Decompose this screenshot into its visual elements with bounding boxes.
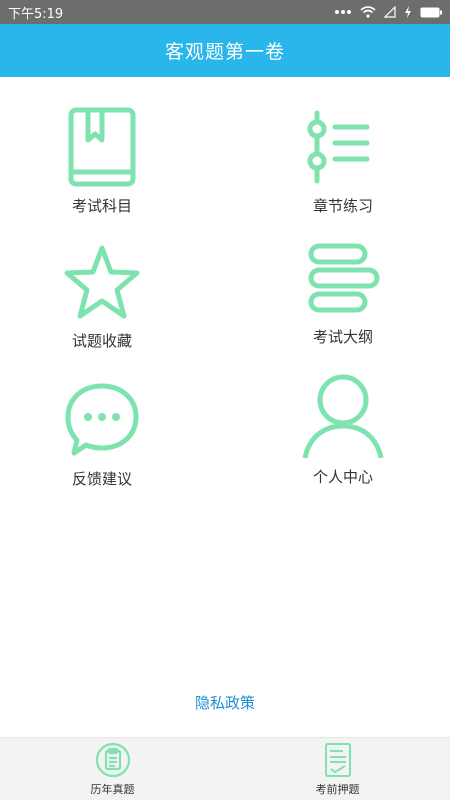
wifi-icon xyxy=(360,6,376,18)
chat-bubble-icon xyxy=(65,383,139,456)
menu-item-label: 考试科目 xyxy=(71,197,132,215)
outline-bars-icon xyxy=(308,243,380,313)
exam-paper-icon xyxy=(324,742,351,777)
status-time: 下午5:19 xyxy=(8,6,64,22)
chapter-list-icon xyxy=(307,110,370,184)
book-icon xyxy=(68,107,136,187)
nav-item-past-papers[interactable]: 历年真题 xyxy=(0,738,225,800)
status-icons xyxy=(334,6,442,18)
star-icon xyxy=(64,245,140,319)
menu-item-label: 考试大纲 xyxy=(312,328,373,346)
nav-label: 考前押题 xyxy=(315,782,360,796)
battery-icon xyxy=(420,7,442,17)
menu-item-exam-subjects[interactable]: 考试科目 xyxy=(32,107,172,216)
menu-item-label: 个人中心 xyxy=(312,468,373,486)
menu-item-profile[interactable]: 个人中心 xyxy=(273,372,413,487)
signal-icon xyxy=(384,6,396,18)
nav-item-predicted-questions[interactable]: 考前押题 xyxy=(225,738,450,800)
page-title: 客观题第一卷 xyxy=(164,41,285,63)
dots-icon xyxy=(335,10,351,14)
nav-label: 历年真题 xyxy=(90,782,135,796)
menu-item-label: 反馈建议 xyxy=(71,470,132,488)
menu-item-chapter-practice[interactable]: 章节练习 xyxy=(273,107,413,216)
user-icon xyxy=(302,374,384,458)
menu-item-label: 章节练习 xyxy=(312,197,373,215)
menu-item-feedback[interactable]: 反馈建议 xyxy=(32,380,172,489)
status-bar: 下午5:19 xyxy=(0,0,450,24)
menu-item-exam-outline[interactable]: 考试大纲 xyxy=(273,242,413,347)
bottom-nav: 历年真题 考前押题 xyxy=(0,737,450,800)
clipboard-icon xyxy=(95,742,130,777)
menu-item-favorites[interactable]: 试题收藏 xyxy=(32,242,172,351)
privacy-policy-link[interactable]: 隐私政策 xyxy=(0,692,450,713)
charging-icon xyxy=(405,6,411,18)
app-header: 客观题第一卷 xyxy=(0,24,450,77)
menu-item-label: 试题收藏 xyxy=(71,332,132,350)
